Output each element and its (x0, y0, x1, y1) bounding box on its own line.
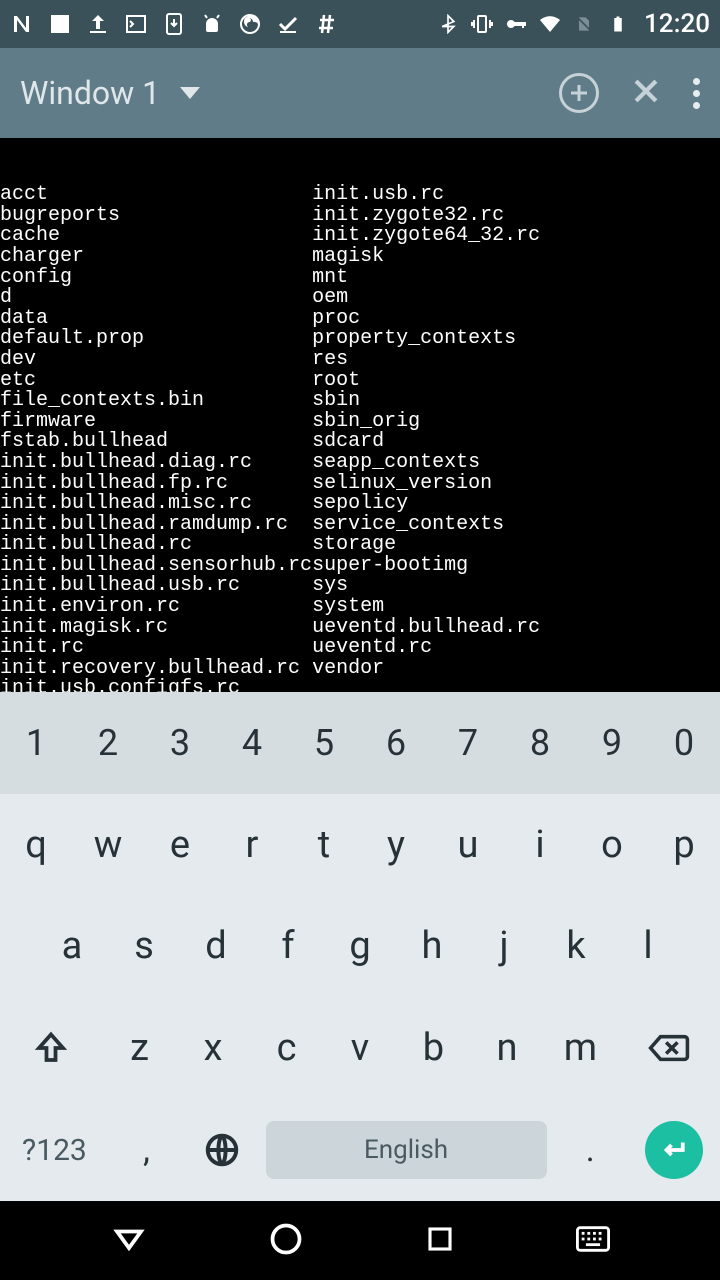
overflow-menu-button[interactable] (693, 78, 700, 109)
key-v[interactable]: v (323, 997, 396, 1099)
key-y[interactable]: y (360, 794, 432, 896)
adb-icon (200, 12, 224, 36)
soft-keyboard: 1234567890 qwertyuiop asdfghjkl zxcvbnm … (0, 692, 720, 1201)
ls-output-col1: acct bugreports cache charger config d d… (0, 185, 312, 692)
ls-output-col2: init.usb.rc init.zygote32.rc init.zygote… (312, 185, 600, 692)
window-title-label: Window 1 (20, 74, 160, 112)
back-button[interactable] (111, 1221, 147, 1261)
terminal-app-bar: Window 1 (0, 48, 720, 138)
window-selector[interactable]: Window 1 (20, 74, 559, 112)
status-left-icons (10, 12, 338, 36)
symbols-key[interactable]: ?123 (0, 1133, 109, 1168)
vibrate-icon (470, 12, 494, 36)
keyboard-top-row: qwertyuiop (0, 794, 720, 896)
key-6[interactable]: 6 (360, 692, 432, 794)
keyboard-number-row: 1234567890 (0, 692, 720, 794)
key-g[interactable]: g (324, 896, 396, 998)
hash-icon (314, 12, 338, 36)
language-key[interactable] (184, 1131, 259, 1169)
download-icon (162, 12, 186, 36)
key-b[interactable]: b (397, 997, 470, 1099)
key-f[interactable]: f (252, 896, 324, 998)
key-u[interactable]: u (432, 794, 504, 896)
key-e[interactable]: e (144, 794, 216, 896)
key-5[interactable]: 5 (288, 692, 360, 794)
key-s[interactable]: s (108, 896, 180, 998)
keyboard-bottom-row: zxcvbnm (0, 997, 720, 1099)
key-i[interactable]: i (504, 794, 576, 896)
no-sim-icon (572, 12, 596, 36)
keyboard-switch-button[interactable] (576, 1226, 610, 1256)
terminal-notification-icon (124, 12, 148, 36)
android-nav-bar (0, 1201, 720, 1280)
firefox-icon (238, 12, 262, 36)
n-preview-icon (10, 12, 34, 36)
wifi-icon (538, 12, 562, 36)
key-w[interactable]: w (72, 794, 144, 896)
key-h[interactable]: h (396, 896, 468, 998)
key-4[interactable]: 4 (216, 692, 288, 794)
new-window-button[interactable] (559, 73, 599, 113)
key-d[interactable]: d (180, 896, 252, 998)
key-a[interactable]: a (36, 896, 108, 998)
vpn-key-icon (504, 12, 528, 36)
battery-icon (606, 12, 630, 36)
backspace-key[interactable] (617, 997, 720, 1099)
key-0[interactable]: 0 (648, 692, 720, 794)
key-j[interactable]: j (468, 896, 540, 998)
key-r[interactable]: r (216, 794, 288, 896)
check-icon (276, 12, 300, 36)
key-n[interactable]: n (470, 997, 543, 1099)
enter-key[interactable] (628, 1121, 720, 1179)
close-window-button[interactable] (629, 74, 663, 112)
key-p[interactable]: p (648, 794, 720, 896)
key-z[interactable]: z (103, 997, 176, 1099)
keyboard-mid-row: asdfghjkl (0, 896, 720, 998)
recents-button[interactable] (425, 1224, 455, 1258)
upload-icon (86, 12, 110, 36)
chevron-down-icon (180, 87, 200, 99)
comma-key[interactable]: , (109, 1130, 184, 1170)
key-8[interactable]: 8 (504, 692, 576, 794)
keyboard-action-row: ?123 , English . (0, 1099, 720, 1201)
space-key[interactable]: English (260, 1121, 553, 1179)
key-k[interactable]: k (540, 896, 612, 998)
home-button[interactable] (268, 1221, 304, 1261)
key-c[interactable]: c (250, 997, 323, 1099)
key-3[interactable]: 3 (144, 692, 216, 794)
status-clock: 12:20 (644, 9, 710, 39)
key-7[interactable]: 7 (432, 692, 504, 794)
key-o[interactable]: o (576, 794, 648, 896)
key-t[interactable]: t (288, 794, 360, 896)
terminal-output[interactable]: acct bugreports cache charger config d d… (0, 138, 720, 692)
key-l[interactable]: l (612, 896, 684, 998)
period-key[interactable]: . (553, 1130, 628, 1170)
key-9[interactable]: 9 (576, 692, 648, 794)
key-m[interactable]: m (544, 997, 617, 1099)
android-status-bar: 12:20 (0, 0, 720, 48)
key-q[interactable]: q (0, 794, 72, 896)
gallery-icon (48, 12, 72, 36)
status-right-icons: 12:20 (436, 9, 710, 39)
key-2[interactable]: 2 (72, 692, 144, 794)
key-x[interactable]: x (176, 997, 249, 1099)
key-1[interactable]: 1 (0, 692, 72, 794)
bluetooth-icon (436, 12, 460, 36)
shift-key[interactable] (0, 997, 103, 1099)
